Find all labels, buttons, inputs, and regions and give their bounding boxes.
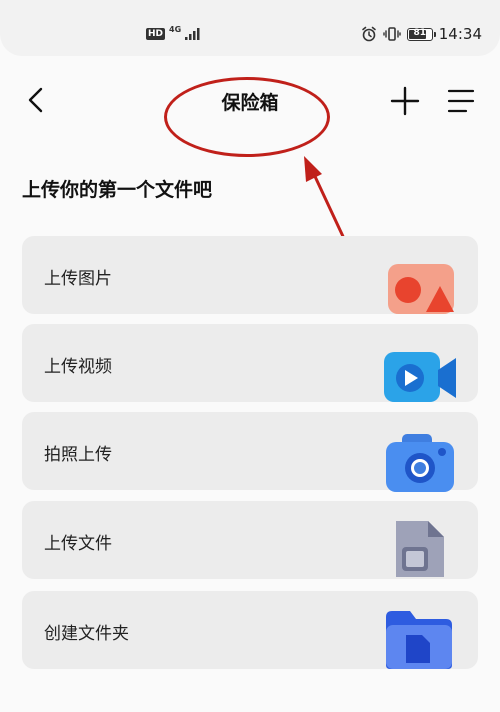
upload-image-card[interactable]: 上传图片 (22, 236, 478, 314)
card-label: 上传视频 (44, 357, 112, 377)
card-label: 创建文件夹 (44, 624, 129, 644)
take-photo-card[interactable]: 拍照上传 (22, 412, 478, 492)
file-icon (396, 521, 444, 577)
upload-video-card[interactable]: 上传视频 (22, 324, 478, 402)
signal-icon (185, 28, 200, 40)
create-folder-card[interactable]: 创建文件夹 (22, 591, 478, 669)
annotation-ellipse (164, 77, 330, 157)
alarm-icon (361, 26, 376, 42)
image-icon (388, 264, 454, 314)
status-time: 14:34 (438, 25, 482, 43)
video-camera-icon (384, 352, 456, 402)
section-title: 上传你的第一个文件吧 (22, 179, 213, 201)
upload-file-card[interactable]: 上传文件 (22, 501, 478, 579)
status-right: 81 14:34 (361, 25, 482, 43)
battery-indicator: 81 (406, 27, 436, 41)
vibrate-icon (383, 27, 401, 41)
plus-icon[interactable] (388, 84, 422, 118)
network-label: 4G (169, 24, 182, 34)
status-left: HD 4G (146, 24, 201, 40)
camera-icon (386, 434, 454, 492)
card-label: 拍照上传 (44, 445, 112, 465)
status-bar: HD 4G 81 14:34 (0, 0, 500, 56)
hamburger-menu-icon[interactable] (444, 84, 478, 118)
folder-icon (386, 611, 452, 669)
battery-level: 81 (413, 27, 427, 38)
card-label: 上传文件 (44, 534, 112, 554)
card-label: 上传图片 (44, 269, 112, 289)
hd-badge: HD (146, 28, 166, 40)
